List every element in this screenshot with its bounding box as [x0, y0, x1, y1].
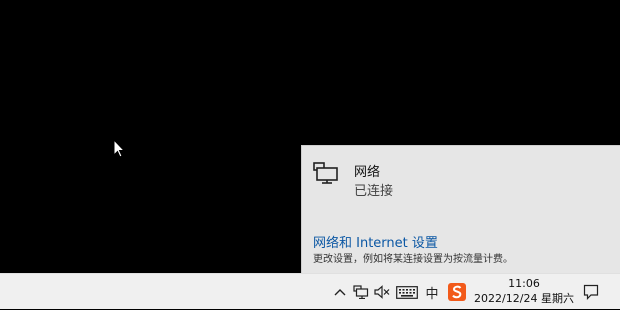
- chevron-up-icon: [334, 289, 346, 296]
- mouse-cursor-icon: [113, 139, 125, 158]
- network-tray-button[interactable]: [351, 274, 371, 310]
- ime-mode-label: 中: [425, 286, 439, 302]
- action-center-button[interactable]: [580, 274, 602, 310]
- action-center-icon: [583, 284, 599, 300]
- touch-keyboard-button[interactable]: [395, 274, 419, 310]
- settings-description: 更改设置，例如将某连接设置为按流量计费。: [313, 254, 513, 265]
- show-hidden-icons-button[interactable]: [331, 274, 349, 310]
- ime-mode-button[interactable]: 中: [422, 274, 442, 310]
- network-entry[interactable]: 网络 已连接: [310, 156, 610, 200]
- network-status: 已连接: [354, 184, 394, 199]
- clock[interactable]: 11:06 2022/12/24 星期六: [472, 276, 576, 308]
- volume-muted-icon: [374, 285, 390, 299]
- network-flyout: 网络 已连接 网络和 Internet 设置 更改设置，例如将某连接设置为按流量…: [301, 145, 620, 273]
- network-icon: [353, 285, 369, 299]
- clock-date: 2022/12/24 星期六: [474, 292, 574, 305]
- ethernet-monitor-icon: [313, 162, 338, 184]
- volume-tray-button[interactable]: [372, 274, 392, 310]
- sogou-s-icon: [448, 283, 466, 301]
- keyboard-icon: [396, 285, 418, 299]
- taskbar: 中 11:06 2022/12/24 星期六: [0, 273, 620, 309]
- network-name: 网络: [354, 165, 381, 180]
- network-internet-settings-link[interactable]: 网络和 Internet 设置: [313, 232, 438, 251]
- clock-time: 11:06: [508, 277, 540, 290]
- sogou-ime-button[interactable]: [446, 274, 468, 310]
